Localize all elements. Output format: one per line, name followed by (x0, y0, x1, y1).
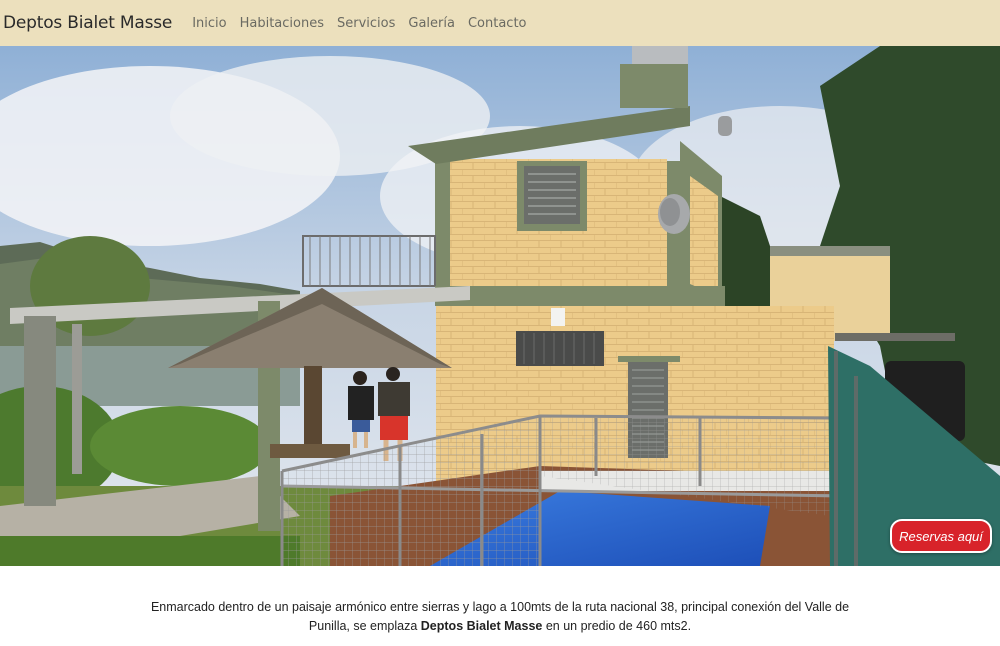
hero-photo (0, 46, 1000, 566)
intro-paragraph: Enmarcado dentro de un paisaje armónico … (150, 598, 850, 636)
site-brand[interactable]: Deptos Bialet Masse (3, 13, 172, 33)
nav-links: Inicio Habitaciones Servicios Galería Co… (192, 16, 539, 31)
house-with-pool-photo (0, 46, 1000, 566)
nav-link-inicio[interactable]: Inicio (192, 16, 226, 31)
intro-text-after: en un predio de 460 mts2. (542, 619, 692, 633)
intro-highlight: Deptos Bialet Masse (420, 619, 543, 633)
nav-link-habitaciones[interactable]: Habitaciones (240, 16, 324, 31)
nav-link-contacto[interactable]: Contacto (468, 16, 527, 31)
nav-link-galeria[interactable]: Galería (408, 16, 455, 31)
nav-link-servicios[interactable]: Servicios (337, 16, 395, 31)
reservas-button[interactable]: Reservas aquí (890, 519, 992, 553)
top-navbar: Deptos Bialet Masse Inicio Habitaciones … (0, 0, 1000, 46)
